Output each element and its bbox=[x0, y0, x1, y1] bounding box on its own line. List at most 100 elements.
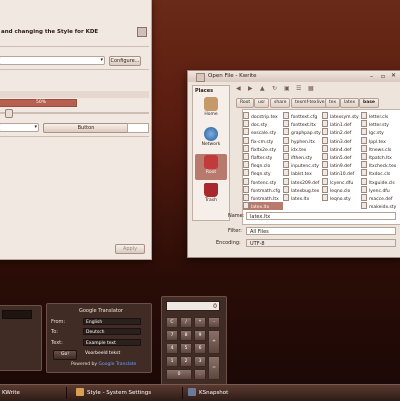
calc-key-5[interactable]: 5 bbox=[180, 343, 192, 354]
file-item[interactable]: exscale.sty bbox=[243, 128, 283, 136]
to-select[interactable]: Deutsch bbox=[83, 328, 141, 335]
file-item[interactable]: graphpap.sty bbox=[283, 128, 323, 136]
file-item[interactable]: lppl.tex bbox=[361, 136, 400, 145]
maximize-button[interactable]: ▫ bbox=[381, 73, 385, 80]
place-network[interactable]: Network bbox=[195, 126, 227, 152]
file-item[interactable]: fonttext.ltx bbox=[283, 120, 323, 128]
calc-key-0[interactable]: 0 bbox=[166, 369, 192, 380]
file-item[interactable]: fontmath.ltx bbox=[243, 193, 283, 202]
back-icon[interactable]: ◀ bbox=[236, 85, 241, 92]
google-translate-link[interactable]: Google Translate bbox=[99, 362, 137, 367]
configure-button[interactable]: Configure... bbox=[109, 56, 141, 66]
file-item[interactable]: fix-cm.sty bbox=[243, 136, 283, 145]
file-item[interactable]: leqno.clo bbox=[322, 185, 362, 194]
file-item[interactable]: fontmath.cfg bbox=[243, 185, 283, 194]
filter-combo[interactable]: All Files bbox=[246, 227, 396, 235]
calc-key-7[interactable]: 7 bbox=[166, 330, 178, 341]
from-select[interactable]: English bbox=[83, 318, 141, 325]
crumb-share[interactable]: share bbox=[270, 98, 291, 108]
file-item[interactable]: macce.def bbox=[361, 193, 400, 202]
task-style-settings[interactable]: Style - System Settings bbox=[76, 387, 151, 399]
forward-icon[interactable]: ▶ bbox=[248, 85, 253, 92]
calc-key-8[interactable]: 8 bbox=[180, 330, 192, 341]
file-item[interactable]: latin3.def bbox=[322, 136, 362, 145]
file-item[interactable]: latin5.def bbox=[322, 152, 362, 161]
task-ksnapshot[interactable]: KSnapshot bbox=[188, 387, 228, 399]
detail-view-icon[interactable]: ▦ bbox=[308, 85, 314, 92]
minimize-button[interactable]: – bbox=[370, 73, 373, 80]
encoding-combo[interactable]: UTF-8 bbox=[246, 239, 396, 247]
calc-key-minus[interactable]: - bbox=[208, 317, 220, 328]
file-item[interactable]: doc.sty bbox=[243, 120, 283, 128]
slider-track[interactable] bbox=[0, 112, 149, 114]
file-item[interactable]: inputenc.sty bbox=[283, 161, 323, 169]
file-item[interactable]: latexsym.sty bbox=[322, 112, 362, 120]
file-item[interactable]: lgc.sty bbox=[361, 128, 400, 136]
calc-key-2[interactable]: 2 bbox=[180, 356, 192, 367]
text-input[interactable]: Example text bbox=[83, 339, 141, 346]
go-button[interactable]: Go! bbox=[53, 350, 77, 360]
calc-key-multiply[interactable]: * bbox=[194, 317, 206, 328]
place-root[interactable]: Root bbox=[195, 154, 227, 180]
crumb-root[interactable]: Root bbox=[236, 98, 255, 108]
file-item[interactable]: flafter.sty bbox=[243, 152, 283, 161]
widget-style-combo[interactable]: ▾ bbox=[0, 56, 105, 65]
file-item[interactable]: ifthen.sty bbox=[283, 152, 323, 161]
preview-combo[interactable]: ▾ bbox=[0, 123, 39, 132]
file-item[interactable]: letter.cls bbox=[361, 112, 400, 120]
new-folder-icon[interactable]: ▣ bbox=[284, 85, 290, 92]
crumb-latex[interactable]: latex bbox=[340, 98, 360, 108]
calc-key-4[interactable]: 4 bbox=[166, 343, 178, 354]
file-item[interactable]: lyenc.dfu bbox=[361, 185, 400, 194]
calc-key-1[interactable]: 1 bbox=[166, 356, 178, 367]
place-trash[interactable]: Trash bbox=[195, 182, 227, 208]
spin-box[interactable] bbox=[127, 123, 149, 133]
slider-handle[interactable] bbox=[5, 109, 13, 118]
file-item[interactable]: fixltx2e.sty bbox=[243, 144, 283, 153]
file-item[interactable]: latex.ltx bbox=[283, 193, 323, 202]
reload-icon[interactable]: ↻ bbox=[272, 85, 277, 92]
task-kwrite[interactable]: KWrite bbox=[2, 387, 20, 399]
apply-button[interactable]: Apply bbox=[115, 244, 145, 254]
file-item[interactable]: fleqn.sty bbox=[243, 169, 283, 177]
file-item[interactable]: docstrip.tex bbox=[243, 112, 283, 120]
calc-key-9[interactable]: 9 bbox=[194, 330, 206, 341]
place-home[interactable]: Home bbox=[195, 96, 227, 122]
file-item[interactable]: latexbug.tex bbox=[283, 185, 323, 194]
file-item[interactable]: letter.sty bbox=[361, 120, 400, 128]
file-item[interactable]: idx.tex bbox=[283, 144, 323, 153]
file-item-selected[interactable]: latex.ltx bbox=[243, 202, 283, 211]
file-item[interactable]: ltpatch.ltx bbox=[361, 152, 400, 161]
calc-key-clear[interactable]: C bbox=[166, 317, 178, 328]
file-item[interactable]: fontenc.sty bbox=[243, 177, 283, 186]
calc-key-divide[interactable]: / bbox=[180, 317, 192, 328]
file-item[interactable]: ltxdoc.cls bbox=[361, 169, 400, 177]
file-item[interactable]: latin2.def bbox=[322, 128, 362, 136]
name-input[interactable]: latex.ltx bbox=[246, 212, 396, 220]
widget-field[interactable] bbox=[2, 310, 32, 319]
crumb-usr[interactable]: usr bbox=[254, 98, 270, 108]
file-item[interactable]: hyphen.ltx bbox=[283, 136, 323, 145]
preview-button[interactable]: Button bbox=[43, 123, 129, 133]
file-item[interactable]: leqno.sty bbox=[322, 193, 362, 202]
calc-key-decimal[interactable]: . bbox=[194, 369, 206, 380]
calc-key-equals[interactable]: = bbox=[208, 356, 220, 380]
list-view-icon[interactable]: ☰ bbox=[296, 85, 301, 92]
crumb-texmf[interactable]: texmf-texlive bbox=[291, 98, 329, 108]
file-item[interactable]: ltxcheck.tex bbox=[361, 161, 400, 169]
file-item[interactable]: lcyenc.dfu bbox=[322, 177, 362, 186]
file-item[interactable]: makeidx.sty bbox=[361, 202, 400, 210]
file-item[interactable]: latin1.def bbox=[322, 120, 362, 128]
close-button[interactable]: ✕ bbox=[391, 72, 396, 79]
file-item[interactable]: fonttext.cfg bbox=[283, 112, 323, 120]
crumb-base[interactable]: base bbox=[359, 98, 379, 108]
file-item[interactable]: fleqn.clo bbox=[243, 161, 283, 169]
crumb-tex[interactable]: tex bbox=[325, 98, 341, 108]
file-item[interactable]: latin9.def bbox=[322, 161, 362, 169]
file-item[interactable]: latex209.def bbox=[283, 177, 323, 186]
calc-key-6[interactable]: 6 bbox=[194, 343, 206, 354]
file-item[interactable]: latin10.def bbox=[322, 169, 362, 177]
file-item[interactable]: latin4.def bbox=[322, 144, 362, 153]
file-item[interactable]: ltnews.cls bbox=[361, 144, 400, 153]
file-item[interactable]: lablst.tex bbox=[283, 169, 323, 177]
